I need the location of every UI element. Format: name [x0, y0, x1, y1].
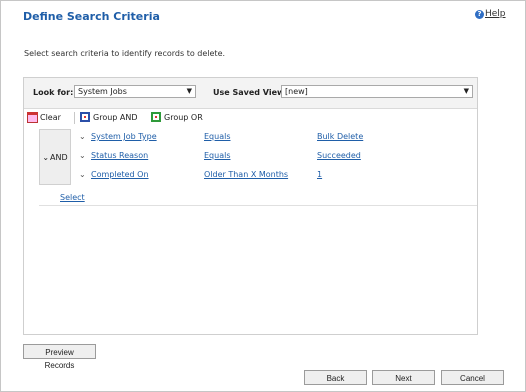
help-icon: ?	[475, 9, 484, 19]
saved-view-label: Use Saved View:	[213, 88, 288, 97]
criteria-operator[interactable]: Older Than X Months	[204, 170, 288, 179]
group-or-label: Group OR	[164, 112, 203, 122]
criteria-field[interactable]: Status Reason	[91, 151, 148, 160]
preview-records-button[interactable]: Preview Records	[23, 344, 96, 370]
instructions-text: Select search criteria to identify recor…	[24, 49, 226, 58]
saved-view-value: [new]	[285, 87, 308, 96]
criteria-value[interactable]: Bulk Delete	[317, 132, 363, 141]
group-and-label: Group AND	[93, 112, 138, 122]
look-for-value: System Jobs	[78, 87, 127, 96]
select-field-link[interactable]: Select	[60, 193, 85, 202]
dropdown-arrow-icon: ▼	[463, 87, 469, 95]
look-for-select[interactable]: System Jobs ▼	[74, 85, 196, 98]
dialog-frame: Define Search Criteria ? Help Select sea…	[0, 0, 526, 392]
dialog-title: Define Search Criteria	[23, 10, 160, 23]
chevron-down-icon[interactable]: ⌄	[79, 132, 86, 141]
saved-view-select[interactable]: [new] ▼	[281, 85, 473, 98]
group-or-icon	[151, 112, 161, 122]
criteria-row: ⌄ Completed On Older Than X Months 1	[77, 169, 475, 183]
criteria-field[interactable]: Completed On	[91, 170, 149, 179]
criteria-grid: ⌄ AND ⌄ System Job Type Equals Bulk Dele…	[39, 129, 477, 186]
criteria-operator[interactable]: Equals	[204, 151, 231, 160]
criteria-value[interactable]: Succeeded	[317, 151, 361, 160]
next-button[interactable]: Next	[372, 370, 435, 385]
back-button[interactable]: Back	[304, 370, 367, 385]
toolbar-divider	[74, 112, 75, 124]
chevron-down-icon[interactable]: ⌄	[79, 151, 86, 160]
clear-icon	[27, 112, 38, 123]
group-operator-toggle[interactable]: ⌄ AND	[39, 129, 71, 185]
look-for-label: Look for:	[33, 88, 74, 97]
dropdown-arrow-icon: ▼	[186, 87, 192, 95]
chevron-down-icon[interactable]: ⌄	[79, 170, 86, 179]
group-and-button[interactable]: Group AND	[80, 112, 138, 122]
criteria-panel: Look for: System Jobs ▼ Use Saved View: …	[23, 77, 478, 335]
clear-label: Clear	[40, 112, 61, 122]
criteria-operator[interactable]: Equals	[204, 132, 231, 141]
criteria-value[interactable]: 1	[317, 170, 322, 179]
group-and-icon	[80, 112, 90, 122]
group-or-button[interactable]: Group OR	[151, 112, 203, 122]
criteria-row: ⌄ System Job Type Equals Bulk Delete	[77, 131, 475, 145]
group-operator-label: AND	[50, 152, 68, 162]
clear-button[interactable]: Clear	[27, 112, 61, 123]
help-label: Help	[485, 9, 506, 19]
help-link[interactable]: ? Help	[475, 9, 506, 19]
chevron-down-icon: ⌄	[42, 152, 50, 162]
select-row-divider	[39, 205, 477, 206]
criteria-field[interactable]: System Job Type	[91, 132, 157, 141]
criteria-row: ⌄ Status Reason Equals Succeeded	[77, 150, 475, 164]
cancel-button[interactable]: Cancel	[441, 370, 504, 385]
criteria-toolbar: Clear Group AND Group OR	[24, 109, 477, 127]
filter-bar: Look for: System Jobs ▼ Use Saved View: …	[24, 78, 477, 109]
